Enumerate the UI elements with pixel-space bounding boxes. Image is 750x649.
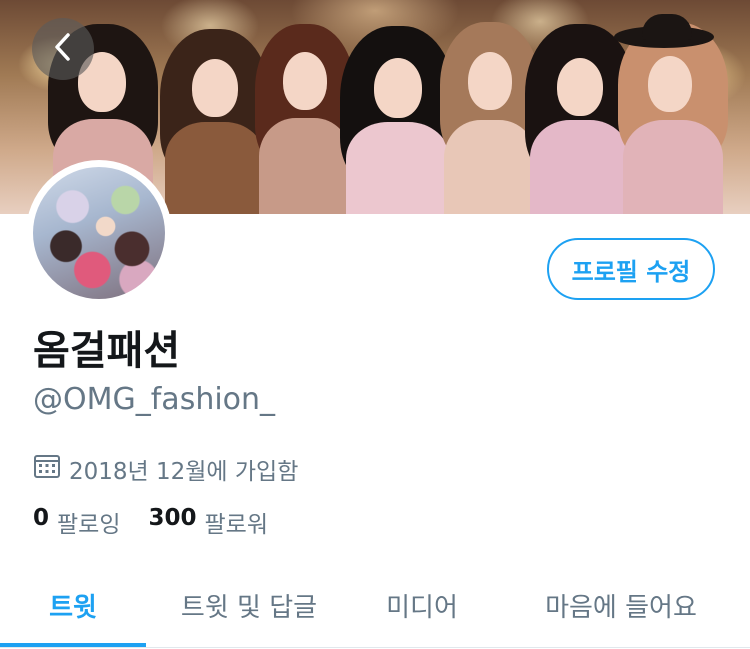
- banner-person: [340, 26, 455, 214]
- followers-count: 300: [148, 505, 197, 531]
- banner-person: [614, 14, 728, 214]
- tab-tweets[interactable]: 트윗: [0, 570, 146, 640]
- chevron-left-icon: [51, 32, 75, 66]
- followers-link[interactable]: 300 팔로워: [149, 505, 269, 539]
- profile-avatar[interactable]: [26, 160, 172, 306]
- joined-date: 2018년 12월에 가입함: [33, 452, 298, 486]
- following-label: 팔로잉: [57, 512, 121, 538]
- tab-media[interactable]: 미디어: [352, 570, 492, 640]
- tabs-divider: [0, 647, 750, 648]
- calendar-icon: [33, 453, 61, 485]
- display-name: 옴걸패션: [33, 328, 181, 374]
- back-button[interactable]: [32, 18, 94, 80]
- avatar-image: [33, 167, 165, 299]
- user-handle: @OMG_fashion_: [33, 382, 276, 417]
- banner-person: [160, 29, 270, 214]
- tab-likes[interactable]: 마음에 들어요: [492, 570, 750, 640]
- profile-tabs: 트윗 트윗 및 답글 미디어 마음에 들어요: [0, 570, 750, 649]
- followers-label: 팔로워: [204, 512, 268, 538]
- follow-stats: 0 팔로잉 300 팔로워: [33, 505, 296, 539]
- tab-tweets-and-replies[interactable]: 트윗 및 답글: [146, 570, 352, 640]
- following-link[interactable]: 0 팔로잉: [33, 505, 121, 539]
- joined-text: 2018년 12월에 가입함: [69, 459, 299, 485]
- edit-profile-button[interactable]: 프로필 수정: [547, 238, 715, 300]
- following-count: 0: [33, 505, 50, 531]
